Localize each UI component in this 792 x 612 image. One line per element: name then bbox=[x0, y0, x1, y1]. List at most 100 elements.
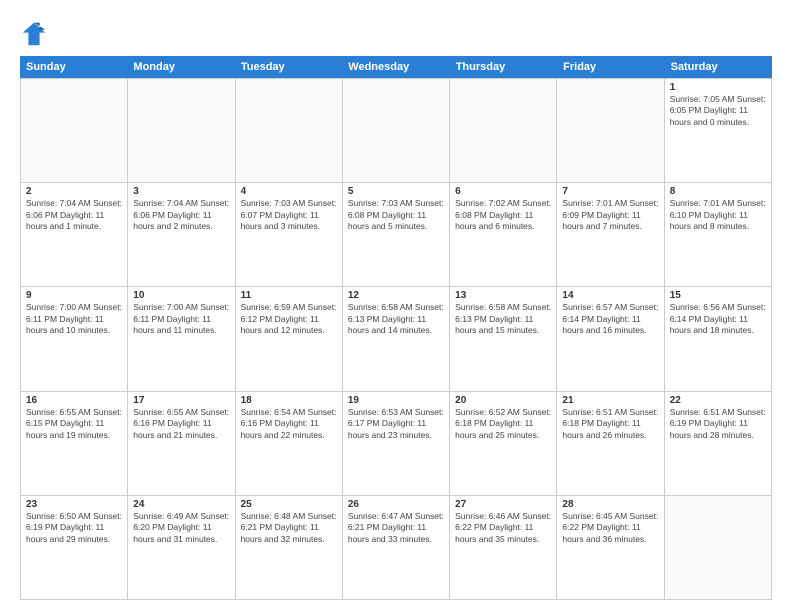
day-detail: Sunrise: 6:55 AM Sunset: 6:15 PM Dayligh… bbox=[26, 407, 122, 441]
day-number: 6 bbox=[455, 186, 551, 197]
day-detail: Sunrise: 7:04 AM Sunset: 6:06 PM Dayligh… bbox=[26, 198, 122, 232]
day-number: 3 bbox=[133, 186, 229, 197]
calendar-row: 1Sunrise: 7:05 AM Sunset: 6:05 PM Daylig… bbox=[21, 79, 772, 183]
day-number: 27 bbox=[455, 499, 551, 510]
day-detail: Sunrise: 7:00 AM Sunset: 6:11 PM Dayligh… bbox=[26, 302, 122, 336]
day-number: 18 bbox=[241, 395, 337, 406]
calendar-header: SundayMondayTuesdayWednesdayThursdayFrid… bbox=[20, 56, 772, 78]
calendar-row: 23Sunrise: 6:50 AM Sunset: 6:19 PM Dayli… bbox=[21, 496, 772, 600]
day-detail: Sunrise: 6:55 AM Sunset: 6:16 PM Dayligh… bbox=[133, 407, 229, 441]
calendar-cell: 25Sunrise: 6:48 AM Sunset: 6:21 PM Dayli… bbox=[236, 496, 343, 600]
calendar-cell: 26Sunrise: 6:47 AM Sunset: 6:21 PM Dayli… bbox=[343, 496, 450, 600]
day-detail: Sunrise: 6:59 AM Sunset: 6:12 PM Dayligh… bbox=[241, 302, 337, 336]
day-detail: Sunrise: 6:45 AM Sunset: 6:22 PM Dayligh… bbox=[562, 511, 658, 545]
calendar-cell bbox=[343, 79, 450, 183]
calendar-cell: 10Sunrise: 7:00 AM Sunset: 6:11 PM Dayli… bbox=[128, 287, 235, 391]
calendar-cell: 11Sunrise: 6:59 AM Sunset: 6:12 PM Dayli… bbox=[236, 287, 343, 391]
calendar-cell: 3Sunrise: 7:04 AM Sunset: 6:06 PM Daylig… bbox=[128, 183, 235, 287]
day-detail: Sunrise: 6:49 AM Sunset: 6:20 PM Dayligh… bbox=[133, 511, 229, 545]
calendar-cell: 17Sunrise: 6:55 AM Sunset: 6:16 PM Dayli… bbox=[128, 392, 235, 496]
calendar-cell: 24Sunrise: 6:49 AM Sunset: 6:20 PM Dayli… bbox=[128, 496, 235, 600]
calendar-cell: 22Sunrise: 6:51 AM Sunset: 6:19 PM Dayli… bbox=[665, 392, 772, 496]
calendar-cell: 6Sunrise: 7:02 AM Sunset: 6:08 PM Daylig… bbox=[450, 183, 557, 287]
calendar-cell: 5Sunrise: 7:03 AM Sunset: 6:08 PM Daylig… bbox=[343, 183, 450, 287]
day-number: 23 bbox=[26, 499, 122, 510]
day-number: 1 bbox=[670, 82, 766, 93]
day-detail: Sunrise: 7:03 AM Sunset: 6:08 PM Dayligh… bbox=[348, 198, 444, 232]
day-detail: Sunrise: 6:51 AM Sunset: 6:19 PM Dayligh… bbox=[670, 407, 766, 441]
calendar-cell: 20Sunrise: 6:52 AM Sunset: 6:18 PM Dayli… bbox=[450, 392, 557, 496]
calendar-cell bbox=[450, 79, 557, 183]
calendar-header-cell: Wednesday bbox=[342, 56, 449, 78]
day-number: 7 bbox=[562, 186, 658, 197]
day-number: 5 bbox=[348, 186, 444, 197]
day-number: 15 bbox=[670, 290, 766, 301]
calendar-cell: 21Sunrise: 6:51 AM Sunset: 6:18 PM Dayli… bbox=[557, 392, 664, 496]
day-number: 9 bbox=[26, 290, 122, 301]
day-number: 22 bbox=[670, 395, 766, 406]
day-detail: Sunrise: 6:50 AM Sunset: 6:19 PM Dayligh… bbox=[26, 511, 122, 545]
calendar-cell bbox=[236, 79, 343, 183]
day-number: 4 bbox=[241, 186, 337, 197]
calendar-cell bbox=[665, 496, 772, 600]
day-number: 13 bbox=[455, 290, 551, 301]
calendar-body: 1Sunrise: 7:05 AM Sunset: 6:05 PM Daylig… bbox=[20, 78, 772, 600]
calendar-cell: 2Sunrise: 7:04 AM Sunset: 6:06 PM Daylig… bbox=[21, 183, 128, 287]
day-detail: Sunrise: 6:54 AM Sunset: 6:16 PM Dayligh… bbox=[241, 407, 337, 441]
calendar-cell: 16Sunrise: 6:55 AM Sunset: 6:15 PM Dayli… bbox=[21, 392, 128, 496]
day-number: 14 bbox=[562, 290, 658, 301]
day-number: 16 bbox=[26, 395, 122, 406]
day-number: 17 bbox=[133, 395, 229, 406]
header bbox=[20, 16, 772, 48]
day-detail: Sunrise: 6:47 AM Sunset: 6:21 PM Dayligh… bbox=[348, 511, 444, 545]
page: SundayMondayTuesdayWednesdayThursdayFrid… bbox=[0, 0, 792, 612]
calendar: SundayMondayTuesdayWednesdayThursdayFrid… bbox=[20, 56, 772, 600]
calendar-cell: 28Sunrise: 6:45 AM Sunset: 6:22 PM Dayli… bbox=[557, 496, 664, 600]
day-detail: Sunrise: 6:51 AM Sunset: 6:18 PM Dayligh… bbox=[562, 407, 658, 441]
day-number: 28 bbox=[562, 499, 658, 510]
calendar-cell: 23Sunrise: 6:50 AM Sunset: 6:19 PM Dayli… bbox=[21, 496, 128, 600]
day-detail: Sunrise: 7:01 AM Sunset: 6:10 PM Dayligh… bbox=[670, 198, 766, 232]
day-detail: Sunrise: 6:57 AM Sunset: 6:14 PM Dayligh… bbox=[562, 302, 658, 336]
day-detail: Sunrise: 7:00 AM Sunset: 6:11 PM Dayligh… bbox=[133, 302, 229, 336]
calendar-cell: 8Sunrise: 7:01 AM Sunset: 6:10 PM Daylig… bbox=[665, 183, 772, 287]
day-number: 8 bbox=[670, 186, 766, 197]
calendar-cell: 15Sunrise: 6:56 AM Sunset: 6:14 PM Dayli… bbox=[665, 287, 772, 391]
day-detail: Sunrise: 6:56 AM Sunset: 6:14 PM Dayligh… bbox=[670, 302, 766, 336]
day-number: 11 bbox=[241, 290, 337, 301]
calendar-cell: 14Sunrise: 6:57 AM Sunset: 6:14 PM Dayli… bbox=[557, 287, 664, 391]
calendar-cell bbox=[557, 79, 664, 183]
logo bbox=[20, 20, 50, 48]
day-detail: Sunrise: 7:04 AM Sunset: 6:06 PM Dayligh… bbox=[133, 198, 229, 232]
calendar-cell: 9Sunrise: 7:00 AM Sunset: 6:11 PM Daylig… bbox=[21, 287, 128, 391]
day-detail: Sunrise: 6:58 AM Sunset: 6:13 PM Dayligh… bbox=[455, 302, 551, 336]
calendar-cell: 27Sunrise: 6:46 AM Sunset: 6:22 PM Dayli… bbox=[450, 496, 557, 600]
calendar-header-cell: Sunday bbox=[20, 56, 127, 78]
day-detail: Sunrise: 6:53 AM Sunset: 6:17 PM Dayligh… bbox=[348, 407, 444, 441]
calendar-header-cell: Monday bbox=[127, 56, 234, 78]
day-number: 12 bbox=[348, 290, 444, 301]
calendar-cell: 13Sunrise: 6:58 AM Sunset: 6:13 PM Dayli… bbox=[450, 287, 557, 391]
logo-icon bbox=[20, 20, 48, 48]
day-detail: Sunrise: 6:52 AM Sunset: 6:18 PM Dayligh… bbox=[455, 407, 551, 441]
day-detail: Sunrise: 7:03 AM Sunset: 6:07 PM Dayligh… bbox=[241, 198, 337, 232]
calendar-cell: 7Sunrise: 7:01 AM Sunset: 6:09 PM Daylig… bbox=[557, 183, 664, 287]
calendar-row: 16Sunrise: 6:55 AM Sunset: 6:15 PM Dayli… bbox=[21, 392, 772, 496]
day-detail: Sunrise: 6:46 AM Sunset: 6:22 PM Dayligh… bbox=[455, 511, 551, 545]
calendar-cell: 1Sunrise: 7:05 AM Sunset: 6:05 PM Daylig… bbox=[665, 79, 772, 183]
calendar-cell bbox=[21, 79, 128, 183]
day-number: 21 bbox=[562, 395, 658, 406]
calendar-row: 9Sunrise: 7:00 AM Sunset: 6:11 PM Daylig… bbox=[21, 287, 772, 391]
day-detail: Sunrise: 6:48 AM Sunset: 6:21 PM Dayligh… bbox=[241, 511, 337, 545]
calendar-cell: 4Sunrise: 7:03 AM Sunset: 6:07 PM Daylig… bbox=[236, 183, 343, 287]
calendar-cell: 19Sunrise: 6:53 AM Sunset: 6:17 PM Dayli… bbox=[343, 392, 450, 496]
day-detail: Sunrise: 7:01 AM Sunset: 6:09 PM Dayligh… bbox=[562, 198, 658, 232]
day-number: 19 bbox=[348, 395, 444, 406]
day-number: 10 bbox=[133, 290, 229, 301]
calendar-header-cell: Friday bbox=[557, 56, 664, 78]
calendar-header-cell: Saturday bbox=[665, 56, 772, 78]
day-number: 2 bbox=[26, 186, 122, 197]
calendar-cell: 18Sunrise: 6:54 AM Sunset: 6:16 PM Dayli… bbox=[236, 392, 343, 496]
calendar-cell: 12Sunrise: 6:58 AM Sunset: 6:13 PM Dayli… bbox=[343, 287, 450, 391]
day-number: 20 bbox=[455, 395, 551, 406]
